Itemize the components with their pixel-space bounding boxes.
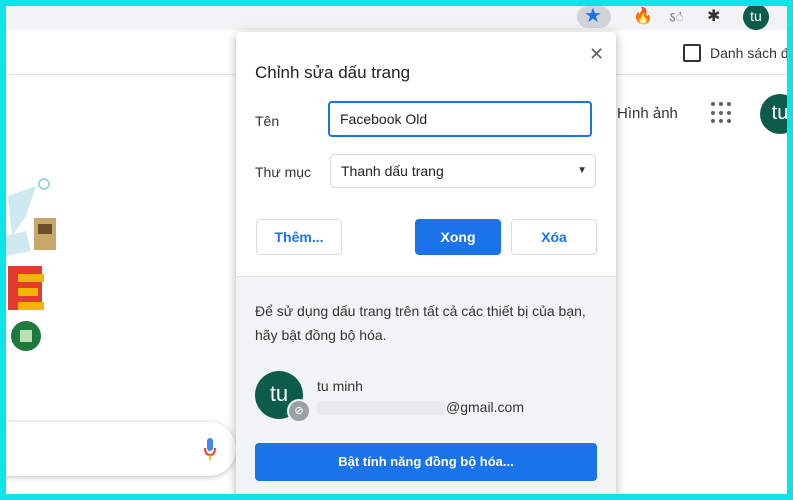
sync-promo-section: Để sử dụng dấu trang trên tất cả các thi… [236, 276, 616, 494]
flame-extension-icon[interactable]: 🔥 [633, 6, 653, 26]
images-link[interactable]: Hình ảnh [617, 105, 678, 122]
apps-grid-icon[interactable] [711, 102, 733, 124]
dialog-title: Chỉnh sửa dấu trang [255, 63, 411, 82]
folder-select-value: Thanh dấu trang [341, 163, 444, 179]
redacted-email [317, 401, 445, 415]
account-avatar-button[interactable]: tu [760, 94, 787, 134]
folder-select[interactable]: Thanh dấu trang ▼ [330, 154, 596, 188]
close-icon[interactable]: ✕ [589, 44, 604, 65]
browser-toolbar: ★ 🔥 ऽऺ ✱ tu [6, 6, 787, 30]
turn-on-sync-button[interactable]: Bật tính năng đồng bộ hóa... [255, 443, 597, 481]
sync-off-icon: ⊘ [287, 399, 311, 423]
account-email: @gmail.com [446, 399, 525, 415]
folder-label: Thư mục [255, 164, 312, 180]
profile-avatar-button[interactable]: tu [743, 6, 769, 30]
edit-bookmark-dialog: Chỉnh sửa dấu trang ✕ Tên Thư mục Thanh … [236, 32, 616, 494]
name-label: Tên [255, 113, 280, 129]
browser-window: ★ 🔥 ऽऺ ✱ tu Danh sách đ Hình ảnh tu Chỉn… [6, 6, 787, 494]
done-button[interactable]: Xong [415, 219, 501, 255]
remove-button[interactable]: Xóa [511, 219, 597, 255]
puzzle-extension-icon[interactable]: ✱ [707, 6, 720, 26]
sync-promo-text: Để sử dụng dấu trang trên tất cả các thi… [255, 303, 586, 343]
microphone-icon[interactable] [204, 438, 216, 462]
google-doodle-image[interactable] [6, 176, 76, 356]
reading-list-button[interactable]: Danh sách đ [710, 45, 787, 61]
search-box[interactable] [6, 422, 236, 476]
bookmark-name-input[interactable] [328, 101, 592, 137]
chevron-down-icon: ▼ [577, 165, 587, 176]
translate-extension-icon[interactable]: ऽऺ [669, 8, 684, 27]
star-icon[interactable]: ★ [584, 6, 602, 28]
more-button[interactable]: Thêm... [256, 219, 342, 255]
reading-list-icon[interactable] [683, 44, 701, 62]
account-name: tu minh [317, 378, 363, 394]
